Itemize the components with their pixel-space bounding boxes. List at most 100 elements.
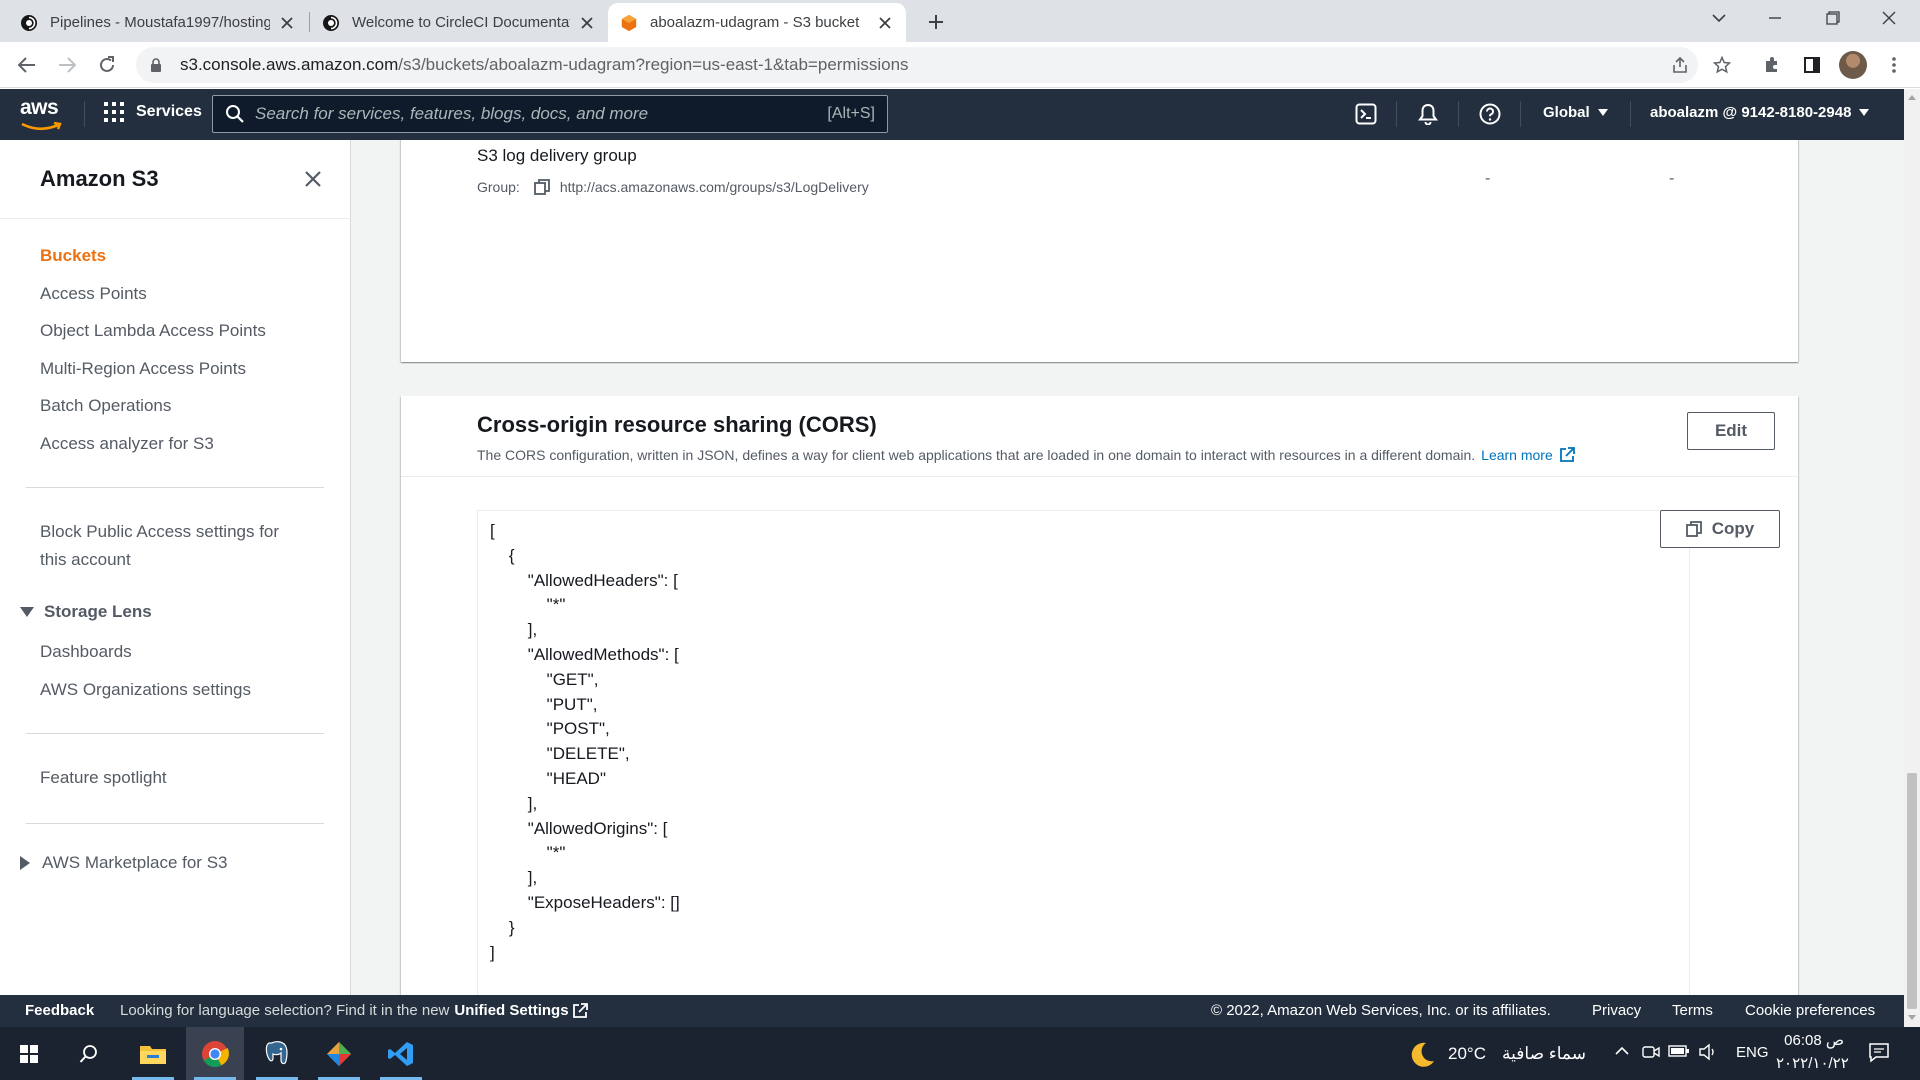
tab-search-icon[interactable]: [1696, 0, 1742, 36]
terms-link[interactable]: Terms: [1672, 1002, 1713, 1019]
external-link-icon: [1559, 447, 1575, 462]
aws-console-footer: Feedback Looking for language selection?…: [0, 995, 1904, 1027]
back-icon[interactable]: [12, 50, 42, 80]
sidenav-divider: [0, 218, 350, 219]
scrollbar-thumb[interactable]: [1907, 773, 1917, 1009]
sidebar-item-block-public-access[interactable]: Block Public Access settings for this ac…: [40, 518, 279, 574]
unified-settings-link[interactable]: Unified Settings: [454, 1002, 588, 1019]
bookmark-star-icon[interactable]: [1708, 51, 1736, 79]
search-placeholder: Search for services, features, blogs, do…: [255, 104, 649, 123]
notifications-icon[interactable]: [1868, 1041, 1890, 1068]
help-icon[interactable]: [1478, 102, 1502, 126]
search-icon: [225, 104, 245, 124]
browser-tab-circleci-docs[interactable]: Welcome to CircleCI Documentation: [310, 3, 608, 42]
new-tab-button[interactable]: [922, 8, 950, 36]
sidebar-item-access-points[interactable]: Access Points: [40, 280, 147, 308]
sidebar-item-access-analyzer[interactable]: Access analyzer for S3: [40, 430, 214, 458]
sidebar-item-batch-operations[interactable]: Batch Operations: [40, 392, 171, 420]
close-window-icon[interactable]: [1866, 0, 1912, 36]
weather-moon-icon[interactable]: [1406, 1039, 1438, 1071]
search-shortcut: [Alt+S]: [827, 105, 875, 122]
circleci-icon: [322, 14, 340, 32]
cors-json-viewer[interactable]: [ { "AllowedHeaders": [ "*" ], "AllowedM…: [477, 510, 1690, 995]
account-menu[interactable]: aboalazm @ 9142-8180-2948: [1650, 104, 1870, 121]
acl-card: S3 log delivery group Group: http://acs.…: [401, 140, 1798, 362]
browser-toolbar: s3.console.aws.amazon.com/s3/buckets/abo…: [0, 42, 1920, 88]
storage-lens-label: Storage Lens: [44, 602, 152, 621]
page-scrollbar[interactable]: [1904, 89, 1920, 1027]
cookie-preferences-link[interactable]: Cookie preferences: [1745, 1002, 1875, 1019]
acl-objects-permission: -: [1485, 170, 1491, 187]
clock-time[interactable]: 06:08 ص: [1780, 1031, 1844, 1049]
close-tab-icon[interactable]: [578, 14, 596, 32]
restore-icon[interactable]: [1810, 0, 1856, 36]
aws-search-input[interactable]: Search for services, features, blogs, do…: [212, 95, 888, 133]
sidebar-item-aws-organizations-settings[interactable]: AWS Organizations settings: [40, 676, 251, 704]
close-tab-icon[interactable]: [278, 14, 296, 32]
main-content: S3 log delivery group Group: http://acs.…: [351, 140, 1904, 995]
reload-icon[interactable]: [92, 50, 122, 80]
scroll-down-arrow-icon[interactable]: [1908, 1015, 1916, 1020]
privacy-link[interactable]: Privacy: [1592, 1002, 1641, 1019]
sidebar-item-multi-region-access-points[interactable]: Multi-Region Access Points: [40, 355, 246, 383]
minimize-icon[interactable]: [1752, 0, 1798, 36]
services-menu-button[interactable]: Services: [104, 102, 202, 122]
s3-side-navigation: Amazon S3 Buckets Access Points Object L…: [0, 140, 351, 995]
cors-title: Cross-origin resource sharing (CORS): [477, 412, 877, 437]
aws-top-navigation: aws Services Search for services, featur…: [0, 89, 1904, 140]
side-panel-icon[interactable]: [1798, 51, 1826, 79]
sidebar-item-feature-spotlight[interactable]: Feature spotlight: [40, 764, 167, 792]
copy-icon[interactable]: [533, 179, 550, 195]
notifications-bell-icon[interactable]: [1416, 102, 1440, 126]
vscode-icon[interactable]: [372, 1027, 430, 1080]
learn-more-link[interactable]: Learn more: [1481, 447, 1575, 463]
services-grid-icon: [104, 102, 124, 122]
s3-bucket-icon: [620, 14, 638, 32]
copy-cors-button[interactable]: Copy: [1660, 510, 1780, 548]
chrome-taskbar-icon[interactable]: [186, 1027, 244, 1080]
volume-icon[interactable]: [1698, 1043, 1718, 1066]
storage-lens-section-toggle[interactable]: Storage Lens: [20, 602, 152, 622]
clock-date[interactable]: ٢٠٢٢/١٠/٢٢: [1776, 1054, 1849, 1072]
cloudshell-icon[interactable]: [1354, 102, 1378, 126]
language-notice: Looking for language selection? Find it …: [120, 1002, 588, 1019]
close-icon[interactable]: [302, 168, 324, 190]
cors-description: The CORS configuration, written in JSON,…: [477, 447, 1575, 463]
circleci-icon: [20, 14, 38, 32]
address-bar[interactable]: s3.console.aws.amazon.com/s3/buckets/abo…: [136, 47, 1698, 83]
marketplace-section-toggle[interactable]: AWS Marketplace for S3: [20, 853, 228, 873]
search-icon[interactable]: [60, 1027, 118, 1080]
aws-logo[interactable]: aws: [20, 97, 66, 131]
region-selector[interactable]: Global: [1543, 104, 1608, 121]
windows-start-icon[interactable]: [0, 1027, 58, 1080]
sidebar-item-dashboards[interactable]: Dashboards: [40, 638, 132, 666]
sidenav-title: Amazon S3: [40, 166, 159, 191]
close-tab-icon[interactable]: [876, 14, 894, 32]
browser-tab-pipelines[interactable]: Pipelines - Moustafa1997/hosting: [8, 3, 308, 42]
scroll-up-arrow-icon[interactable]: [1908, 95, 1916, 100]
share-icon[interactable]: [1666, 51, 1694, 79]
learn-more-label: Learn more: [1481, 447, 1553, 463]
edit-cors-button[interactable]: Edit: [1687, 412, 1775, 450]
file-explorer-icon[interactable]: [124, 1027, 182, 1080]
copy-label: Copy: [1711, 519, 1755, 538]
sidebar-item-object-lambda-access-points[interactable]: Object Lambda Access Points: [40, 317, 266, 345]
feedback-link[interactable]: Feedback: [25, 1002, 94, 1019]
nav-divider: [1458, 101, 1459, 127]
account-label: aboalazm @ 9142-8180-2948: [1650, 104, 1852, 121]
tab-title: Pipelines - Moustafa1997/hosting: [50, 14, 270, 31]
postgresql-icon[interactable]: [248, 1027, 306, 1080]
extensions-icon[interactable]: [1758, 51, 1786, 79]
chrome-menu-icon[interactable]: [1880, 51, 1908, 79]
input-language[interactable]: ENG: [1736, 1044, 1769, 1061]
browser-tab-s3-bucket[interactable]: aboalazm-udagram - S3 bucket: [608, 3, 906, 42]
battery-icon[interactable]: [1668, 1043, 1690, 1064]
sidebar-item-buckets[interactable]: Buckets: [40, 242, 106, 270]
profile-avatar[interactable]: [1839, 51, 1867, 79]
chevron-up-icon[interactable]: [1614, 1043, 1630, 1064]
meet-now-icon[interactable]: [1642, 1043, 1660, 1066]
forward-icon[interactable]: [52, 50, 82, 80]
aws-logo-text: aws: [20, 96, 59, 119]
git-gui-icon[interactable]: [310, 1027, 368, 1080]
region-label: Global: [1543, 104, 1590, 121]
